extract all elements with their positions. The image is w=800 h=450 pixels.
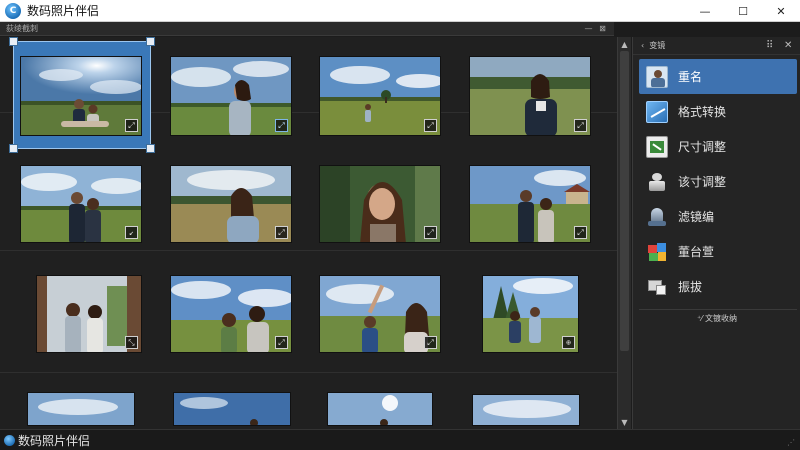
- thumbnail-action-badge[interactable]: ⤢: [275, 336, 288, 349]
- photo-woman-smiling-field: [171, 166, 291, 242]
- photo-sky-partial-1: [28, 393, 134, 425]
- panel-title: 变镜: [649, 41, 666, 50]
- tool-item-label: 振拔: [678, 280, 703, 294]
- photo-friends-waving: [320, 276, 440, 352]
- photo-thumbnail[interactable]: ⤢: [170, 275, 292, 353]
- thumbnail-action-badge[interactable]: ⤢: [125, 119, 138, 132]
- photo-thumbnail[interactable]: [472, 394, 580, 426]
- resize-icon: [646, 135, 668, 158]
- tool-item-rename[interactable]: 重名: [639, 59, 797, 94]
- photo-thumbnail[interactable]: [173, 392, 291, 426]
- maximize-button[interactable]: ☐: [724, 0, 762, 22]
- resize-handle[interactable]: [146, 37, 155, 46]
- scroll-down-button[interactable]: ▼: [618, 416, 631, 428]
- photo-woman-distant-field: [320, 57, 440, 135]
- grid-header-label: 荻绫截刺: [6, 24, 38, 33]
- thumbnail-action-badge[interactable]: ↙: [125, 226, 138, 239]
- photo-thumbnail[interactable]: ⤢: [319, 275, 441, 353]
- photo-thumbnail[interactable]: ⤢: [319, 165, 441, 243]
- tools-panel: ‹ 变镜 ⠿ ✕ 重名 格式转换 尺寸调整 该寸调整 滤镜编 董台萱 振拔 ⁺⁄…: [632, 37, 800, 429]
- panel-divider: [639, 309, 797, 310]
- resize-handle[interactable]: [9, 37, 18, 46]
- photo-thumbnail[interactable]: ⤢: [469, 56, 591, 136]
- thumbnail-action-badge[interactable]: ⤡: [125, 336, 138, 349]
- panel-collapse-icon[interactable]: ‹: [641, 41, 644, 50]
- photo-sky-partial-3: [328, 393, 432, 425]
- photo-couple-field-sun: [21, 57, 141, 135]
- app-logo-icon: C: [5, 2, 21, 19]
- image-convert-icon: [646, 100, 668, 123]
- photo-woman-closeup-trees: [320, 166, 440, 242]
- photo-thumbnail[interactable]: ⤢: [319, 56, 441, 136]
- resize-grip-icon[interactable]: ⋰: [787, 438, 797, 448]
- title-bar: C 数码照片伴侣 — ☐ ✕: [0, 0, 800, 22]
- photo-mother-child: [171, 276, 291, 352]
- tool-item-format-convert[interactable]: 格式转换: [639, 94, 797, 129]
- status-text: 数码照片伴侣: [18, 433, 91, 448]
- tool-item-label: 重名: [678, 70, 703, 84]
- photo-woman-portrait-field: [470, 57, 590, 135]
- thumbnail-action-badge[interactable]: ⤢: [275, 226, 288, 239]
- resize-handle[interactable]: [146, 144, 155, 153]
- scroll-thumb[interactable]: [620, 51, 629, 351]
- thumbnail-action-badge[interactable]: ⤢: [424, 226, 437, 239]
- tool-item-filter[interactable]: 滤镜编: [639, 199, 797, 234]
- tool-item-size-adjust[interactable]: 该寸调整: [639, 164, 797, 199]
- minimize-button[interactable]: —: [686, 0, 724, 22]
- photo-thumbnail[interactable]: ⤡: [36, 275, 142, 353]
- photo-couple-village: [470, 166, 590, 242]
- grid-subheader: 荻绫截刺 — ⊠: [0, 22, 614, 36]
- grid-scrollbar[interactable]: ▲ ▼: [617, 37, 631, 429]
- tool-item-label: 该寸调整: [678, 175, 727, 189]
- thumbnail-action-badge[interactable]: ⤢: [574, 226, 587, 239]
- color-blocks-icon: [646, 241, 668, 263]
- panel-header: ‹ 变镜 ⠿ ✕: [633, 37, 800, 55]
- photo-thumbnail[interactable]: ⊕: [482, 275, 579, 353]
- panel-footer-link[interactable]: ⁺⁄ 文镀收纳: [633, 313, 800, 324]
- tool-item-label: 董台萱: [678, 245, 715, 259]
- photo-woman-looking-up: [171, 57, 291, 135]
- status-app-icon: [4, 434, 15, 446]
- thumbnail-action-badge[interactable]: ⤢: [574, 119, 587, 132]
- monitor-icon: [646, 276, 668, 298]
- row-divider: [0, 372, 617, 373]
- panel-close-icon[interactable]: ✕: [784, 40, 792, 51]
- photo-sky-partial-2: [174, 393, 290, 425]
- photo-thumbnail[interactable]: ⤢: [170, 165, 292, 243]
- tool-item-label: 格式转换: [678, 105, 727, 119]
- tool-item-color-blocks[interactable]: 董台萱: [639, 234, 797, 269]
- photo-thumbnail[interactable]: ⤢: [170, 56, 292, 136]
- photo-thumbnail[interactable]: [327, 392, 433, 426]
- pane-close-button[interactable]: ⊠: [597, 23, 608, 34]
- app-window: C 数码照片伴侣 — ☐ ✕ 荻绫截刺 — ⊠ ⤢ ⤢ ⤢ ⤢ ↙ ⤢ ⤢ ⤢ …: [0, 0, 800, 450]
- tool-item-monitor[interactable]: 振拔: [639, 269, 797, 304]
- tool-item-label: 尺寸调整: [678, 140, 727, 154]
- status-bar: 数码照片伴侣 ⋰: [0, 429, 800, 450]
- panel-dock-icon[interactable]: ⠿: [766, 40, 773, 51]
- bell-filter-icon: [646, 206, 668, 228]
- thumbnail-action-badge[interactable]: ⤢: [424, 336, 437, 349]
- photo-thumbnail[interactable]: ↙: [20, 165, 142, 243]
- photo-thumbnail[interactable]: [27, 392, 135, 426]
- stamp-icon: [646, 171, 668, 193]
- photo-couple-standing: [21, 166, 141, 242]
- tool-item-resize[interactable]: 尺寸调整: [639, 129, 797, 164]
- window-title: 数码照片伴侣: [27, 4, 100, 18]
- photo-sky-partial-4: [473, 395, 579, 425]
- scroll-up-button[interactable]: ▲: [618, 38, 631, 50]
- photo-thumbnail[interactable]: ⤢: [469, 165, 591, 243]
- tool-item-label: 滤镜编: [678, 210, 715, 224]
- thumbnail-action-badge[interactable]: ⤢: [275, 119, 288, 132]
- row-divider: [0, 250, 617, 251]
- pane-minimize-button[interactable]: —: [583, 23, 594, 34]
- photo-thumbnail[interactable]: ⤢: [20, 56, 142, 136]
- close-button[interactable]: ✕: [762, 0, 800, 22]
- portrait-thumb-icon: [646, 65, 668, 88]
- resize-handle[interactable]: [9, 144, 18, 153]
- thumbnail-action-badge[interactable]: ⤢: [424, 119, 437, 132]
- window-controls: — ☐ ✕: [686, 0, 800, 22]
- thumbnail-action-badge[interactable]: ⊕: [562, 336, 575, 349]
- tool-list: 重名 格式转换 尺寸调整 该寸调整 滤镜编 董台萱 振拔: [639, 59, 797, 304]
